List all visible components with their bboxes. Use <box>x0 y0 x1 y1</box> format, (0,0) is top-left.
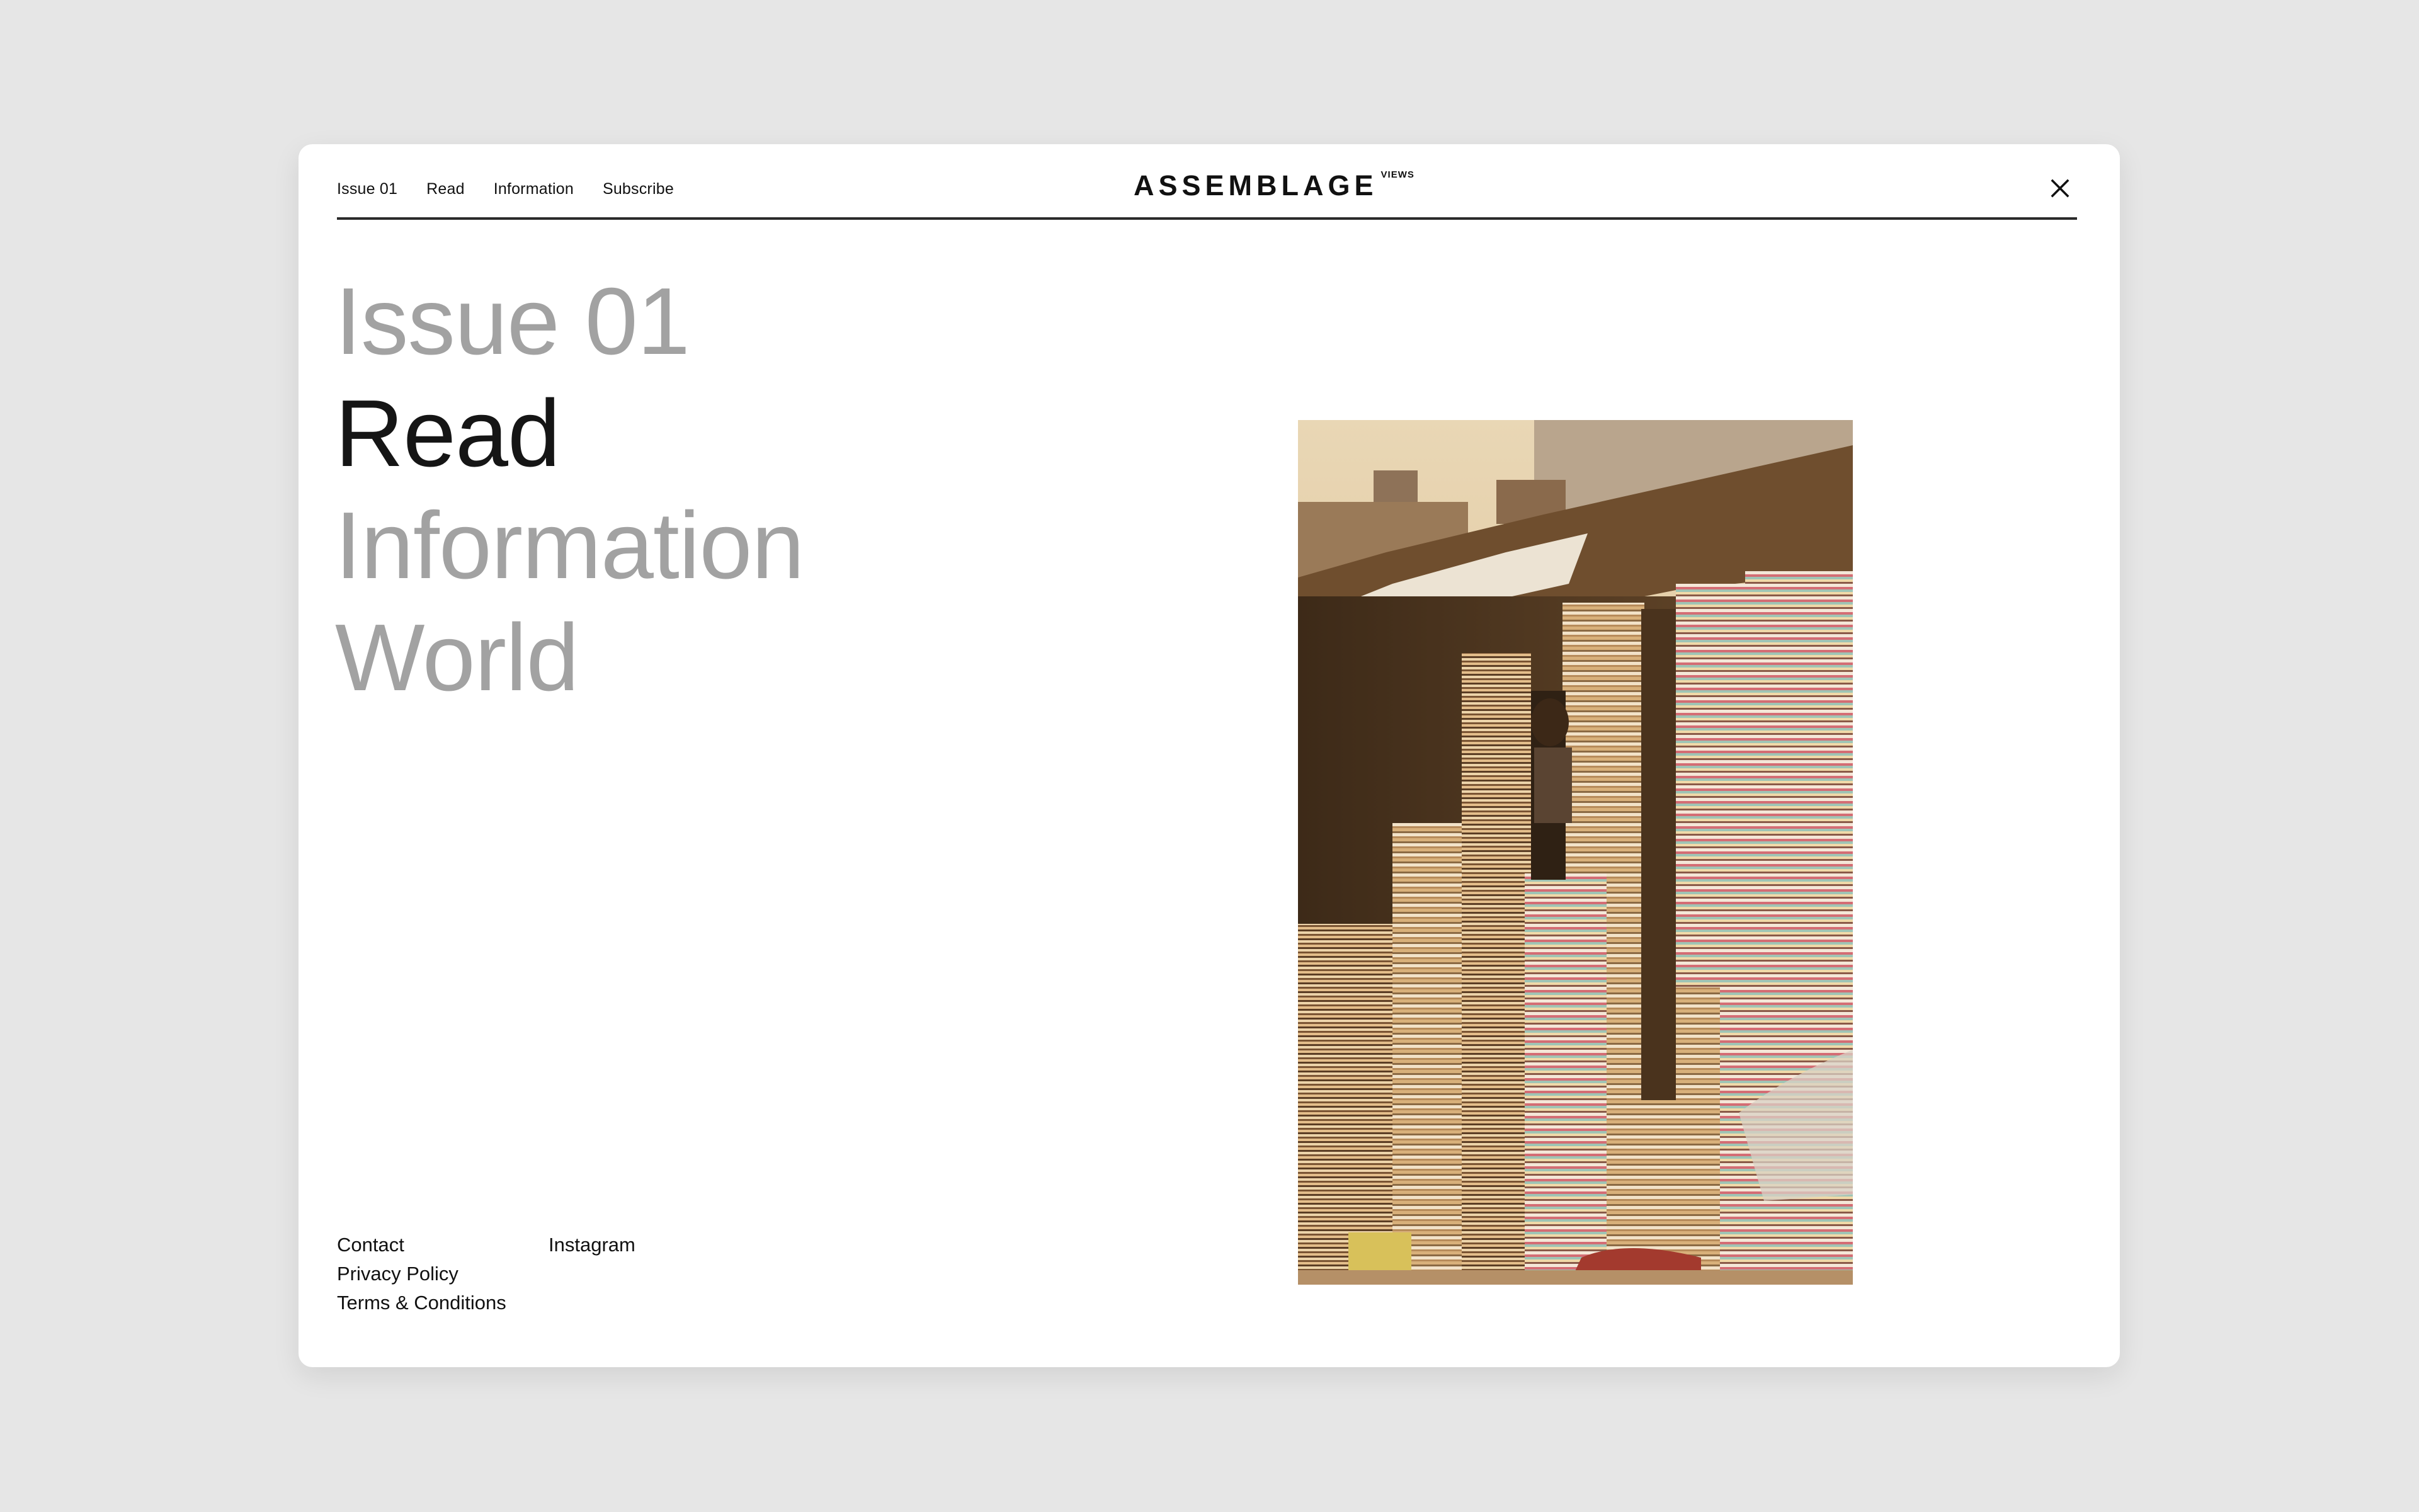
footer-link-contact[interactable]: Contact <box>337 1231 538 1259</box>
top-navigation: Issue 01 Read Information Subscribe ASSE… <box>337 161 2077 220</box>
brand-superscript: VIEWS <box>1380 169 1414 180</box>
menu-item-read[interactable]: Read <box>335 377 804 489</box>
close-icon <box>2051 179 2069 198</box>
menu-item-world[interactable]: World <box>335 601 804 713</box>
main-menu: Issue 01 Read Information World <box>335 265 804 713</box>
featured-photo-book-stall <box>1298 420 1853 1285</box>
footer-link-terms[interactable]: Terms & Conditions <box>337 1288 538 1317</box>
close-button[interactable] <box>2048 176 2072 200</box>
menu-item-information[interactable]: Information <box>335 489 804 601</box>
footer-column-legal: Contact Privacy Policy Terms & Condition… <box>337 1231 538 1317</box>
footer-link-instagram[interactable]: Instagram <box>549 1231 674 1259</box>
brand-name: ASSEMBLAGE <box>1134 169 1378 202</box>
menu-item-issue-01[interactable]: Issue 01 <box>335 265 804 377</box>
brand-logo[interactable]: ASSEMBLAGE VIEWS <box>1134 169 1414 202</box>
nav-link-read[interactable]: Read <box>426 180 465 198</box>
nav-link-subscribe[interactable]: Subscribe <box>603 180 674 198</box>
menu-overlay-card: Issue 01 Read Information Subscribe ASSE… <box>299 144 2120 1367</box>
footer-column-social: Instagram <box>549 1231 674 1259</box>
nav-link-issue-01[interactable]: Issue 01 <box>337 180 397 198</box>
footer-link-privacy-policy[interactable]: Privacy Policy <box>337 1259 538 1288</box>
nav-link-information[interactable]: Information <box>494 180 574 198</box>
nav-links: Issue 01 Read Information Subscribe <box>337 180 674 198</box>
